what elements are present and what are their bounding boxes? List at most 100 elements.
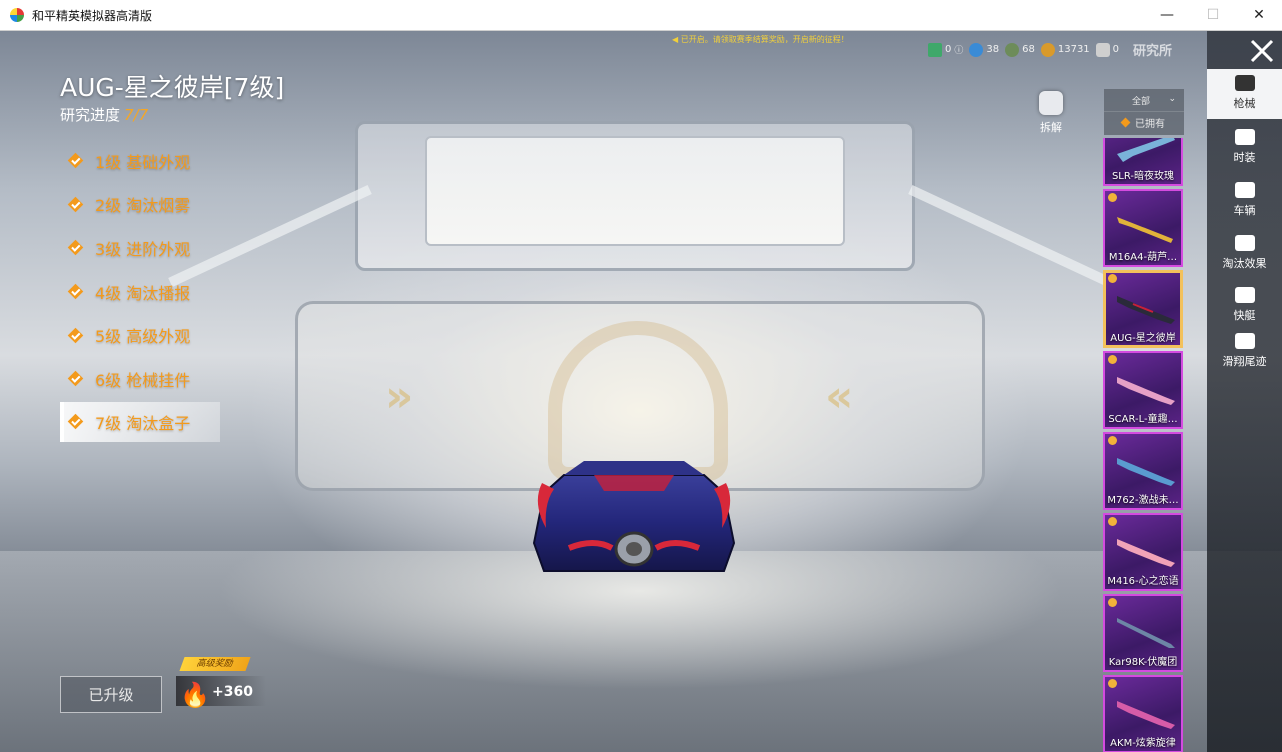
category-outfits[interactable]: 时装: [1207, 123, 1282, 173]
level-item-2[interactable]: 2级 淘汰烟雾: [60, 183, 220, 227]
owned-badge-icon: [1108, 274, 1117, 283]
skin-card-akm[interactable]: AKM-炫紫旋律: [1103, 675, 1183, 752]
level-item-4[interactable]: 4级 淘汰播报: [60, 270, 220, 314]
category-guns[interactable]: 枪械: [1207, 69, 1282, 119]
currency-world[interactable]: 38: [969, 42, 1000, 57]
close-icon[interactable]: [1247, 36, 1277, 66]
level-list: 1级 基础外观 2级 淘汰烟雾 3级 进阶外观 4级 淘汰播报 5级 高级外观 …: [60, 139, 220, 442]
skin-name: Kar98K-伏魔团: [1108, 657, 1178, 668]
owned-badge-icon: [1108, 193, 1117, 202]
skin-list[interactable]: SLR-暗夜玫瑰 M16A4-葫芦… AUG-星之彼岸 SCAR-L-童趣… M…: [1103, 138, 1183, 752]
badge-icon: [1005, 42, 1020, 57]
check-diamond-icon: [67, 283, 84, 300]
level-label: 4级 淘汰播报: [95, 283, 191, 303]
dismantle-label: 拆解: [1040, 121, 1062, 134]
category-label: 淘汰效果: [1222, 257, 1267, 270]
elimination-effect-icon: [1234, 235, 1255, 251]
category-label: 枪械: [1233, 97, 1256, 110]
currency-coin[interactable]: 13731: [1040, 42, 1090, 57]
currency-badge[interactable]: 68: [1005, 42, 1035, 57]
skin-name: AUG-星之彼岸: [1110, 333, 1176, 344]
skin-card-kar98k[interactable]: Kar98K-伏魔团: [1103, 594, 1183, 672]
currency-value: 38: [986, 44, 1000, 55]
reward-tag: 高级奖励: [179, 657, 251, 671]
check-diamond-icon: [67, 196, 84, 213]
check-diamond-icon: [67, 370, 84, 387]
owned-badge-icon: [1108, 355, 1117, 364]
skin-card-m16a4[interactable]: M16A4-葫芦…: [1103, 189, 1183, 267]
currency-value: 13731: [1057, 44, 1090, 55]
announcement-text: 已开启。请领取赛季结算奖励，开启新的征程！: [680, 35, 849, 44]
lab-label: 研究所: [1133, 44, 1173, 59]
maximize-button[interactable]: ☐: [1190, 0, 1236, 30]
rifle-icon: [1117, 618, 1175, 648]
car-icon: [1234, 182, 1255, 198]
owned-badge-icon: [1108, 679, 1117, 688]
owned-badge-icon: [1108, 436, 1117, 445]
skin-name: M762-激战未…: [1107, 495, 1179, 506]
currency-ticket[interactable]: 0 ⓘ: [928, 42, 963, 57]
currency-trophy[interactable]: 0: [1095, 42, 1120, 57]
category-label: 快艇: [1233, 309, 1256, 322]
glider-trail-icon: [1234, 333, 1255, 349]
skin-card-m416[interactable]: M416-心之恋语: [1103, 513, 1183, 591]
chevron-right-decor-icon: »: [385, 371, 414, 422]
research-progress-value: 7/7: [124, 106, 149, 124]
check-diamond-icon: [67, 413, 84, 430]
skin-card-scar-l[interactable]: SCAR-L-童趣…: [1103, 351, 1183, 429]
check-diamond-icon: [67, 153, 84, 169]
category-sidebar: 枪械 时装 车辆 淘汰效果 快艇 滑翔尾迹: [1207, 31, 1282, 752]
scene-floor: [0, 551, 1282, 752]
level-item-1[interactable]: 1级 基础外观: [60, 139, 220, 183]
upgraded-button[interactable]: 已升级: [60, 676, 162, 713]
coin-icon: [1040, 42, 1055, 57]
trophy-icon: [1095, 42, 1110, 57]
rifle-icon: [1117, 458, 1175, 486]
game-viewport: » « AUG-星之彼岸[7级] 研究进度 7/7 1级 基础外观 2级 淘汰烟雾…: [0, 31, 1282, 752]
owned-badge-icon: [1108, 517, 1117, 526]
skin-filter: 全部 ⌄ 已拥有: [1104, 89, 1184, 135]
flame-icon: 🔥: [180, 681, 210, 709]
rifle-icon: [1117, 296, 1175, 324]
check-diamond-icon: [67, 327, 84, 343]
currency-value: 0: [945, 44, 952, 55]
skin-card-aug[interactable]: AUG-星之彼岸: [1103, 270, 1183, 348]
category-vehicles[interactable]: 车辆: [1207, 176, 1282, 226]
rifle-icon: [1117, 701, 1175, 729]
skin-name: SCAR-L-童趣…: [1108, 414, 1178, 425]
skin-card-m762[interactable]: M762-激战未…: [1103, 432, 1183, 510]
chevron-down-icon: ⌄: [1168, 94, 1176, 104]
level-item-7[interactable]: 7级 淘汰盒子: [60, 401, 220, 442]
dismantle-button[interactable]: 拆解: [1036, 91, 1066, 135]
skin-card-slr[interactable]: SLR-暗夜玫瑰: [1103, 138, 1183, 186]
elimination-crate-preview[interactable]: [524, 453, 744, 578]
window-close-button[interactable]: ✕: [1236, 0, 1282, 30]
rifle-icon: [1117, 377, 1175, 405]
app-logo-icon: [10, 8, 24, 22]
currency-value: 0: [1112, 44, 1120, 55]
category-boats[interactable]: 快艇: [1207, 281, 1282, 331]
check-diamond-icon: [67, 240, 84, 256]
rifle-icon: [1117, 138, 1175, 162]
world-icon: [969, 42, 984, 57]
gun-icon: [1234, 75, 1255, 91]
scene-beam-right: [908, 184, 1112, 288]
minimize-button[interactable]: —: [1144, 0, 1190, 30]
currency-value: 68: [1022, 44, 1035, 55]
currency-bar: 0 ⓘ 38 68 13731 0 研究所: [928, 40, 1172, 59]
category-label: 滑翔尾迹: [1222, 355, 1267, 368]
announcement-ticker[interactable]: ◀ 已开启。请领取赛季结算奖励，开启新的征程！: [672, 34, 849, 45]
outfit-icon: [1234, 129, 1255, 145]
level-item-6[interactable]: 6级 枪械挂件: [60, 357, 220, 401]
category-glider-trails[interactable]: 滑翔尾迹: [1207, 327, 1282, 377]
level-item-3[interactable]: 3级 进阶外观: [60, 226, 220, 270]
category-elimination-effects[interactable]: 淘汰效果: [1207, 229, 1282, 279]
scene-ceiling-light: [425, 136, 845, 246]
research-progress: 研究进度 7/7: [60, 104, 148, 125]
window-titlebar: 和平精英模拟器高清版 — ☐ ✕: [0, 0, 1282, 31]
filter-all-label: 全部: [1132, 96, 1151, 107]
skin-name: M16A4-葫芦…: [1108, 252, 1178, 263]
filter-all-dropdown[interactable]: 全部 ⌄: [1104, 89, 1184, 111]
filter-owned-toggle[interactable]: 已拥有: [1104, 111, 1184, 133]
level-item-5[interactable]: 5级 高级外观: [60, 313, 220, 357]
